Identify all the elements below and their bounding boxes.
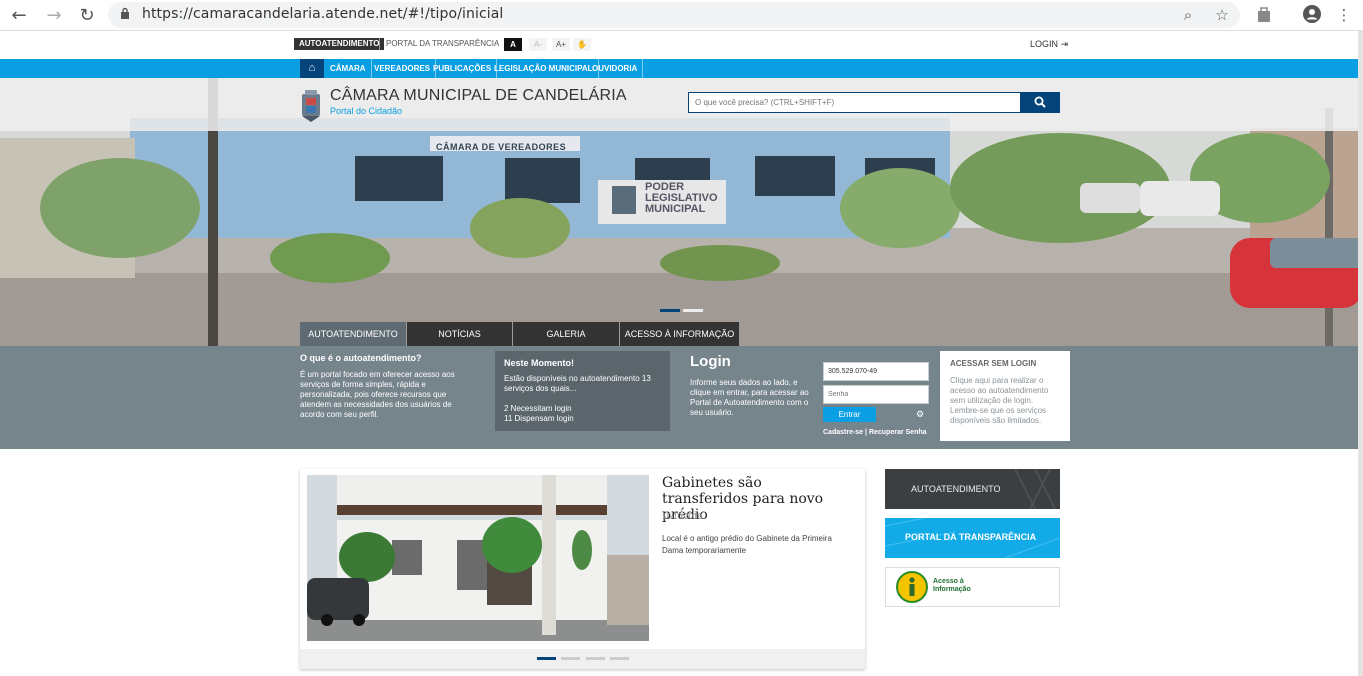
news-card[interactable]: Gabinetes são transferidos para novo pré… bbox=[300, 469, 865, 669]
info-icon bbox=[896, 571, 928, 603]
nav-legislacao[interactable]: LEGISLAÇÃO MUNICIPAL bbox=[489, 59, 599, 78]
news-pagination bbox=[300, 649, 865, 669]
login-icon: ⇥ bbox=[1060, 39, 1069, 49]
sign-language-icon[interactable]: ✋ bbox=[573, 38, 591, 51]
header-strip bbox=[0, 78, 1363, 131]
tab-autoatendimento[interactable]: AUTOATENDIMENTO bbox=[300, 322, 406, 346]
tab-galeria[interactable]: GALERIA bbox=[513, 322, 619, 346]
site-title[interactable]: CÂMARA MUNICIPAL DE CANDELÁRIA bbox=[330, 87, 627, 105]
crest-logo[interactable] bbox=[300, 88, 322, 122]
news-photo bbox=[307, 475, 649, 641]
search-icon bbox=[1034, 96, 1046, 108]
search-button[interactable] bbox=[1020, 92, 1060, 113]
news-image[interactable] bbox=[307, 475, 649, 641]
login-title: Login bbox=[690, 353, 731, 370]
tab-acesso-informacao[interactable]: ACESSO À INFORMAÇÃO bbox=[620, 322, 739, 346]
star-icon[interactable]: ☆ bbox=[1212, 5, 1232, 25]
top-bar: AUTOATENDIMENTO PORTAL DA TRANSPARÊNCIA … bbox=[0, 31, 1363, 59]
scrollbar[interactable] bbox=[1358, 31, 1363, 676]
acesso-informacao-banner[interactable]: Acesso à Informação bbox=[885, 567, 1060, 607]
autoatendimento-panel: O que é o autoatendimento? É um portal f… bbox=[0, 346, 1363, 449]
news-date: 10/10/2018 bbox=[662, 512, 703, 521]
enter-button[interactable]: Entrar bbox=[823, 407, 876, 422]
login-text: Informe seus dados ao lado, e clique em … bbox=[690, 378, 809, 417]
news-dot[interactable] bbox=[561, 657, 580, 660]
profile-icon[interactable] bbox=[1303, 5, 1321, 23]
search-input[interactable] bbox=[688, 92, 1021, 113]
login-label: LOGIN bbox=[1030, 39, 1059, 49]
font-increase-button[interactable]: A+ bbox=[552, 38, 570, 51]
user-input[interactable] bbox=[823, 362, 929, 381]
home-icon[interactable]: ⌂ bbox=[300, 59, 324, 78]
register-link[interactable]: Cadastre-se bbox=[823, 429, 863, 436]
acesso-label-line2: Informação bbox=[933, 586, 971, 593]
banner-decoration bbox=[1014, 469, 1056, 509]
nav-vereadores[interactable]: VEREADORES bbox=[369, 59, 437, 78]
main-nav bbox=[0, 59, 1363, 78]
transparencia-banner-label: PORTAL DA TRANSPARÊNCIA bbox=[905, 532, 1037, 542]
news-dot-active[interactable] bbox=[537, 657, 556, 660]
news-description: Local é o antigo prédio do Gabinete da P… bbox=[662, 534, 832, 555]
moment-text: Estão disponíveis no autoatendimento 13 … bbox=[504, 374, 651, 393]
extension-icon[interactable] bbox=[1257, 7, 1271, 23]
reload-icon[interactable]: ↻ bbox=[76, 5, 98, 27]
account-links: Cadastre-se | Recuperar Senha bbox=[823, 429, 927, 436]
what-text: É um portal focado em oferecer acesso ao… bbox=[300, 370, 455, 419]
news-dot[interactable] bbox=[610, 657, 629, 660]
transparencia-banner[interactable]: PORTAL DA TRANSPARÊNCIA bbox=[885, 518, 1060, 558]
carousel-dot[interactable] bbox=[683, 309, 703, 312]
contrast-button[interactable]: A bbox=[504, 38, 522, 51]
moment-box: Neste Momento! Estão disponíveis no auto… bbox=[495, 351, 670, 431]
page: AUTOATENDIMENTO PORTAL DA TRANSPARÊNCIA … bbox=[0, 31, 1363, 676]
nav-camara[interactable]: CÂMARA bbox=[325, 59, 372, 78]
browser-toolbar: ← → ↻ https://camaracandelaria.atende.ne… bbox=[0, 0, 1363, 31]
acesso-informacao-label: Acesso à Informação bbox=[933, 578, 971, 594]
lock-icon bbox=[121, 7, 129, 19]
settings-icon[interactable]: ⚙ bbox=[916, 409, 924, 420]
divider bbox=[379, 38, 380, 50]
hero-sign-line: MUNICIPAL bbox=[645, 203, 706, 215]
font-decrease-button[interactable]: A- bbox=[529, 38, 547, 51]
hero-sign-top: CÂMARA DE VEREADORES bbox=[436, 142, 567, 152]
menu-icon[interactable]: ⋮ bbox=[1334, 5, 1354, 25]
acesso-label-line1: Acesso à bbox=[933, 578, 964, 585]
nologin-text: Clique aqui para realizar o acesso ao au… bbox=[950, 376, 1049, 425]
zoom-icon[interactable]: ⌕ bbox=[1178, 5, 1198, 25]
hero-sign: PODER LEGISLATIVO MUNICIPAL bbox=[645, 182, 718, 215]
site-subtitle[interactable]: Portal do Cidadão bbox=[330, 106, 402, 116]
nav-publicacoes[interactable]: PUBLICAÇÕES bbox=[428, 59, 498, 78]
moment-login-count: 2 Necessitam login bbox=[504, 404, 572, 413]
autoatendimento-banner-label: AUTOATENDIMENTO bbox=[911, 484, 1001, 494]
url-text[interactable]: https://camaracandelaria.atende.net/#!/t… bbox=[142, 6, 503, 22]
recover-password-link[interactable]: Recuperar Senha bbox=[869, 429, 927, 436]
tab-noticias[interactable]: NOTÍCIAS bbox=[407, 322, 512, 346]
what-title: O que é o autoatendimento? bbox=[300, 353, 422, 363]
moment-nologin-count: 11 Dispensam login bbox=[504, 414, 574, 423]
forward-icon[interactable]: → bbox=[43, 5, 65, 27]
nologin-title: ACESSAR SEM LOGIN bbox=[950, 359, 1037, 368]
hero-banner[interactable]: CÂMARA DE VEREADORES PODER LEGISLATIVO M… bbox=[0, 78, 1363, 346]
autoatendimento-banner[interactable]: AUTOATENDIMENTO bbox=[885, 469, 1060, 509]
password-input[interactable] bbox=[823, 385, 929, 404]
portal-transparencia-link[interactable]: PORTAL DA TRANSPARÊNCIA bbox=[386, 38, 499, 50]
moment-title: Neste Momento! bbox=[504, 358, 575, 368]
carousel-dot-active[interactable] bbox=[660, 309, 680, 312]
news-dot[interactable] bbox=[586, 657, 605, 660]
access-without-login-card[interactable]: ACESSAR SEM LOGIN Clique aqui para reali… bbox=[940, 351, 1070, 441]
back-icon[interactable]: ← bbox=[8, 5, 30, 27]
login-link[interactable]: LOGIN ⇥ bbox=[1030, 38, 1068, 50]
autoatendimento-link[interactable]: AUTOATENDIMENTO bbox=[294, 38, 385, 50]
nav-ouvidoria[interactable]: OUVIDORIA bbox=[587, 59, 644, 78]
